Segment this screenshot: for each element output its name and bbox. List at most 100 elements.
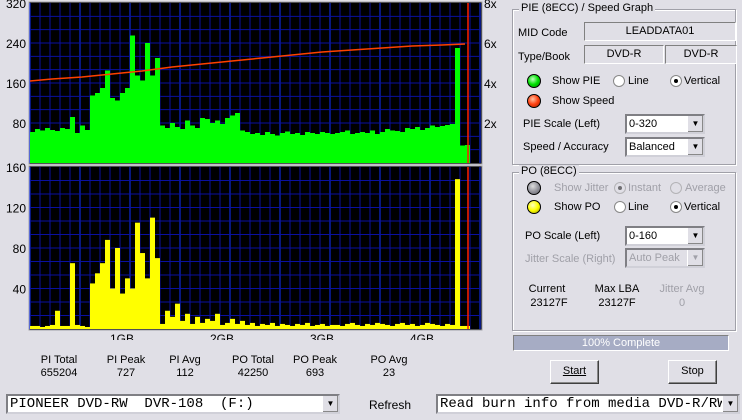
group-title: PO (8ECC) bbox=[519, 165, 579, 177]
bar-pie bbox=[190, 125, 195, 163]
bar-pie bbox=[460, 145, 465, 163]
bar-po bbox=[360, 325, 365, 329]
bar-po bbox=[445, 323, 450, 329]
bar-pie bbox=[315, 134, 320, 163]
pie-line-radio[interactable] bbox=[613, 75, 625, 87]
bar-pie bbox=[335, 133, 340, 163]
jitter-avg-label: Jitter Avg bbox=[659, 283, 705, 295]
show-pie-toggle[interactable] bbox=[527, 74, 541, 88]
bar-pie bbox=[295, 133, 300, 163]
po-line-radio[interactable] bbox=[614, 201, 626, 213]
pie-scale-select[interactable]: 0-320 ▼ bbox=[625, 114, 705, 134]
chevron-down-icon[interactable]: ▼ bbox=[722, 396, 738, 412]
bar-pie bbox=[300, 135, 305, 163]
bar-po bbox=[120, 293, 125, 329]
bar-po bbox=[365, 323, 370, 329]
bar-pie bbox=[240, 130, 245, 163]
bar-pie bbox=[395, 131, 400, 163]
stat-label: PO Total bbox=[232, 354, 274, 366]
bar-pie bbox=[35, 129, 40, 163]
speed-accuracy-label: Speed / Accuracy bbox=[523, 141, 609, 153]
bar-po bbox=[125, 278, 130, 329]
bar-pie bbox=[100, 88, 105, 163]
show-speed-label: Show Speed bbox=[552, 95, 615, 107]
bar-po bbox=[425, 322, 430, 329]
bar-pie bbox=[220, 124, 225, 163]
show-speed-toggle[interactable] bbox=[527, 94, 541, 108]
bar-po bbox=[60, 325, 65, 329]
chevron-down-icon[interactable]: ▼ bbox=[687, 139, 703, 155]
bar-pie bbox=[340, 132, 345, 163]
bar-pie bbox=[145, 43, 150, 163]
drive-value: PIONEER DVD-RW DVR-108 (F:) bbox=[10, 396, 254, 412]
stat-value: 42250 bbox=[237, 367, 269, 379]
bar-pie bbox=[420, 130, 425, 163]
y-tick-label: 80 bbox=[13, 117, 27, 131]
chevron-down-icon[interactable]: ▼ bbox=[687, 116, 703, 132]
progress-text: 100% Complete bbox=[581, 337, 661, 349]
bar-pie bbox=[310, 133, 315, 163]
bar-pie bbox=[185, 120, 190, 163]
bar-po bbox=[275, 325, 280, 329]
bar-pie bbox=[120, 93, 125, 163]
bar-po bbox=[115, 248, 120, 329]
bar-pie bbox=[200, 118, 205, 163]
bar-po bbox=[335, 324, 340, 329]
po-line-label: Line bbox=[628, 201, 649, 213]
stat-value: 112 bbox=[176, 367, 194, 379]
drive-select[interactable]: PIONEER DVD-RW DVR-108 (F:) ▼ bbox=[6, 394, 340, 414]
bar-pie bbox=[375, 134, 380, 163]
book-value: DVD-R bbox=[665, 45, 737, 64]
po-vertical-radio[interactable] bbox=[670, 201, 682, 213]
bar-pie bbox=[280, 133, 285, 163]
pie-line-label: Line bbox=[628, 75, 649, 87]
chevron-down-icon[interactable]: ▼ bbox=[322, 396, 338, 412]
bar-pie bbox=[75, 133, 80, 163]
current-value: 23127F bbox=[530, 297, 568, 309]
show-po-toggle[interactable] bbox=[527, 200, 541, 214]
bar-pie bbox=[430, 125, 435, 163]
bar-pie bbox=[415, 127, 420, 163]
bar-pie bbox=[405, 128, 410, 163]
bar-pie bbox=[410, 129, 415, 163]
bar-po bbox=[45, 325, 50, 329]
type-book-label: Type/Book bbox=[518, 51, 570, 63]
y2-tick-label: 6x bbox=[484, 37, 497, 51]
bar-po bbox=[95, 273, 100, 329]
pie-vertical-radio[interactable] bbox=[670, 75, 682, 87]
bar-po bbox=[235, 323, 240, 329]
progress-bar: 100% Complete bbox=[513, 335, 729, 351]
bar-pie bbox=[325, 133, 330, 163]
chevron-down-icon[interactable]: ▼ bbox=[687, 228, 703, 244]
bar-po bbox=[300, 324, 305, 329]
bar-pie bbox=[345, 130, 350, 163]
start-button[interactable]: Start bbox=[550, 360, 599, 384]
bar-pie bbox=[355, 133, 360, 163]
bar-pie bbox=[125, 88, 130, 163]
type-value: DVD-R bbox=[584, 45, 664, 64]
bar-pie bbox=[390, 130, 395, 163]
stat-value: 693 bbox=[305, 367, 325, 379]
bar-pie bbox=[45, 128, 50, 163]
stat-value: 727 bbox=[116, 367, 136, 379]
stat-label: PO Peak bbox=[292, 354, 338, 366]
y-tick-label: 120 bbox=[6, 202, 26, 216]
refresh-button[interactable]: Refresh bbox=[369, 398, 411, 412]
y-tick-label: 240 bbox=[6, 37, 26, 51]
bar-pie bbox=[290, 134, 295, 163]
bar-po bbox=[450, 324, 455, 329]
po-scale-select[interactable]: 0-160 ▼ bbox=[625, 226, 705, 246]
bar-pie bbox=[160, 125, 165, 163]
bar-pie bbox=[455, 48, 460, 163]
x-tick-label: 4GB bbox=[410, 332, 434, 340]
bar-po bbox=[155, 258, 160, 329]
bar-pie bbox=[285, 131, 290, 163]
stop-button[interactable]: Stop bbox=[668, 360, 717, 384]
bar-pie bbox=[175, 127, 180, 163]
bar-pie bbox=[450, 124, 455, 163]
show-jitter-label: Show Jitter bbox=[554, 182, 609, 194]
x-tick-label: 3GB bbox=[310, 332, 334, 340]
speed-accuracy-select[interactable]: Balanced ▼ bbox=[625, 137, 705, 157]
mode-select[interactable]: Read burn info from media DVD-R/RW ▼ bbox=[436, 394, 740, 414]
bar-po bbox=[245, 324, 250, 329]
